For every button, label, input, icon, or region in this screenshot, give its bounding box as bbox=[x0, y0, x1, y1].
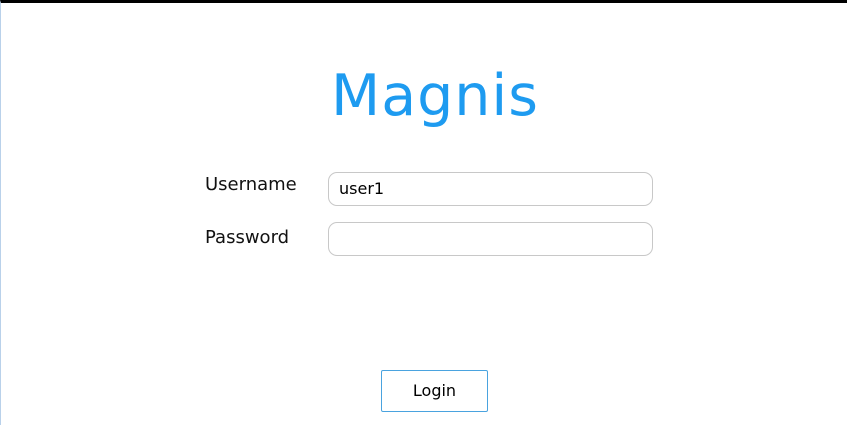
password-field[interactable] bbox=[328, 222, 653, 256]
username-field[interactable]: user1 bbox=[328, 172, 653, 206]
app-title: Magnis bbox=[331, 63, 539, 129]
username-label: Username bbox=[205, 174, 297, 195]
login-button[interactable]: Login bbox=[381, 370, 488, 412]
password-label: Password bbox=[205, 227, 290, 248]
login-window: Magnis Username user1 Password Login bbox=[0, 0, 847, 425]
